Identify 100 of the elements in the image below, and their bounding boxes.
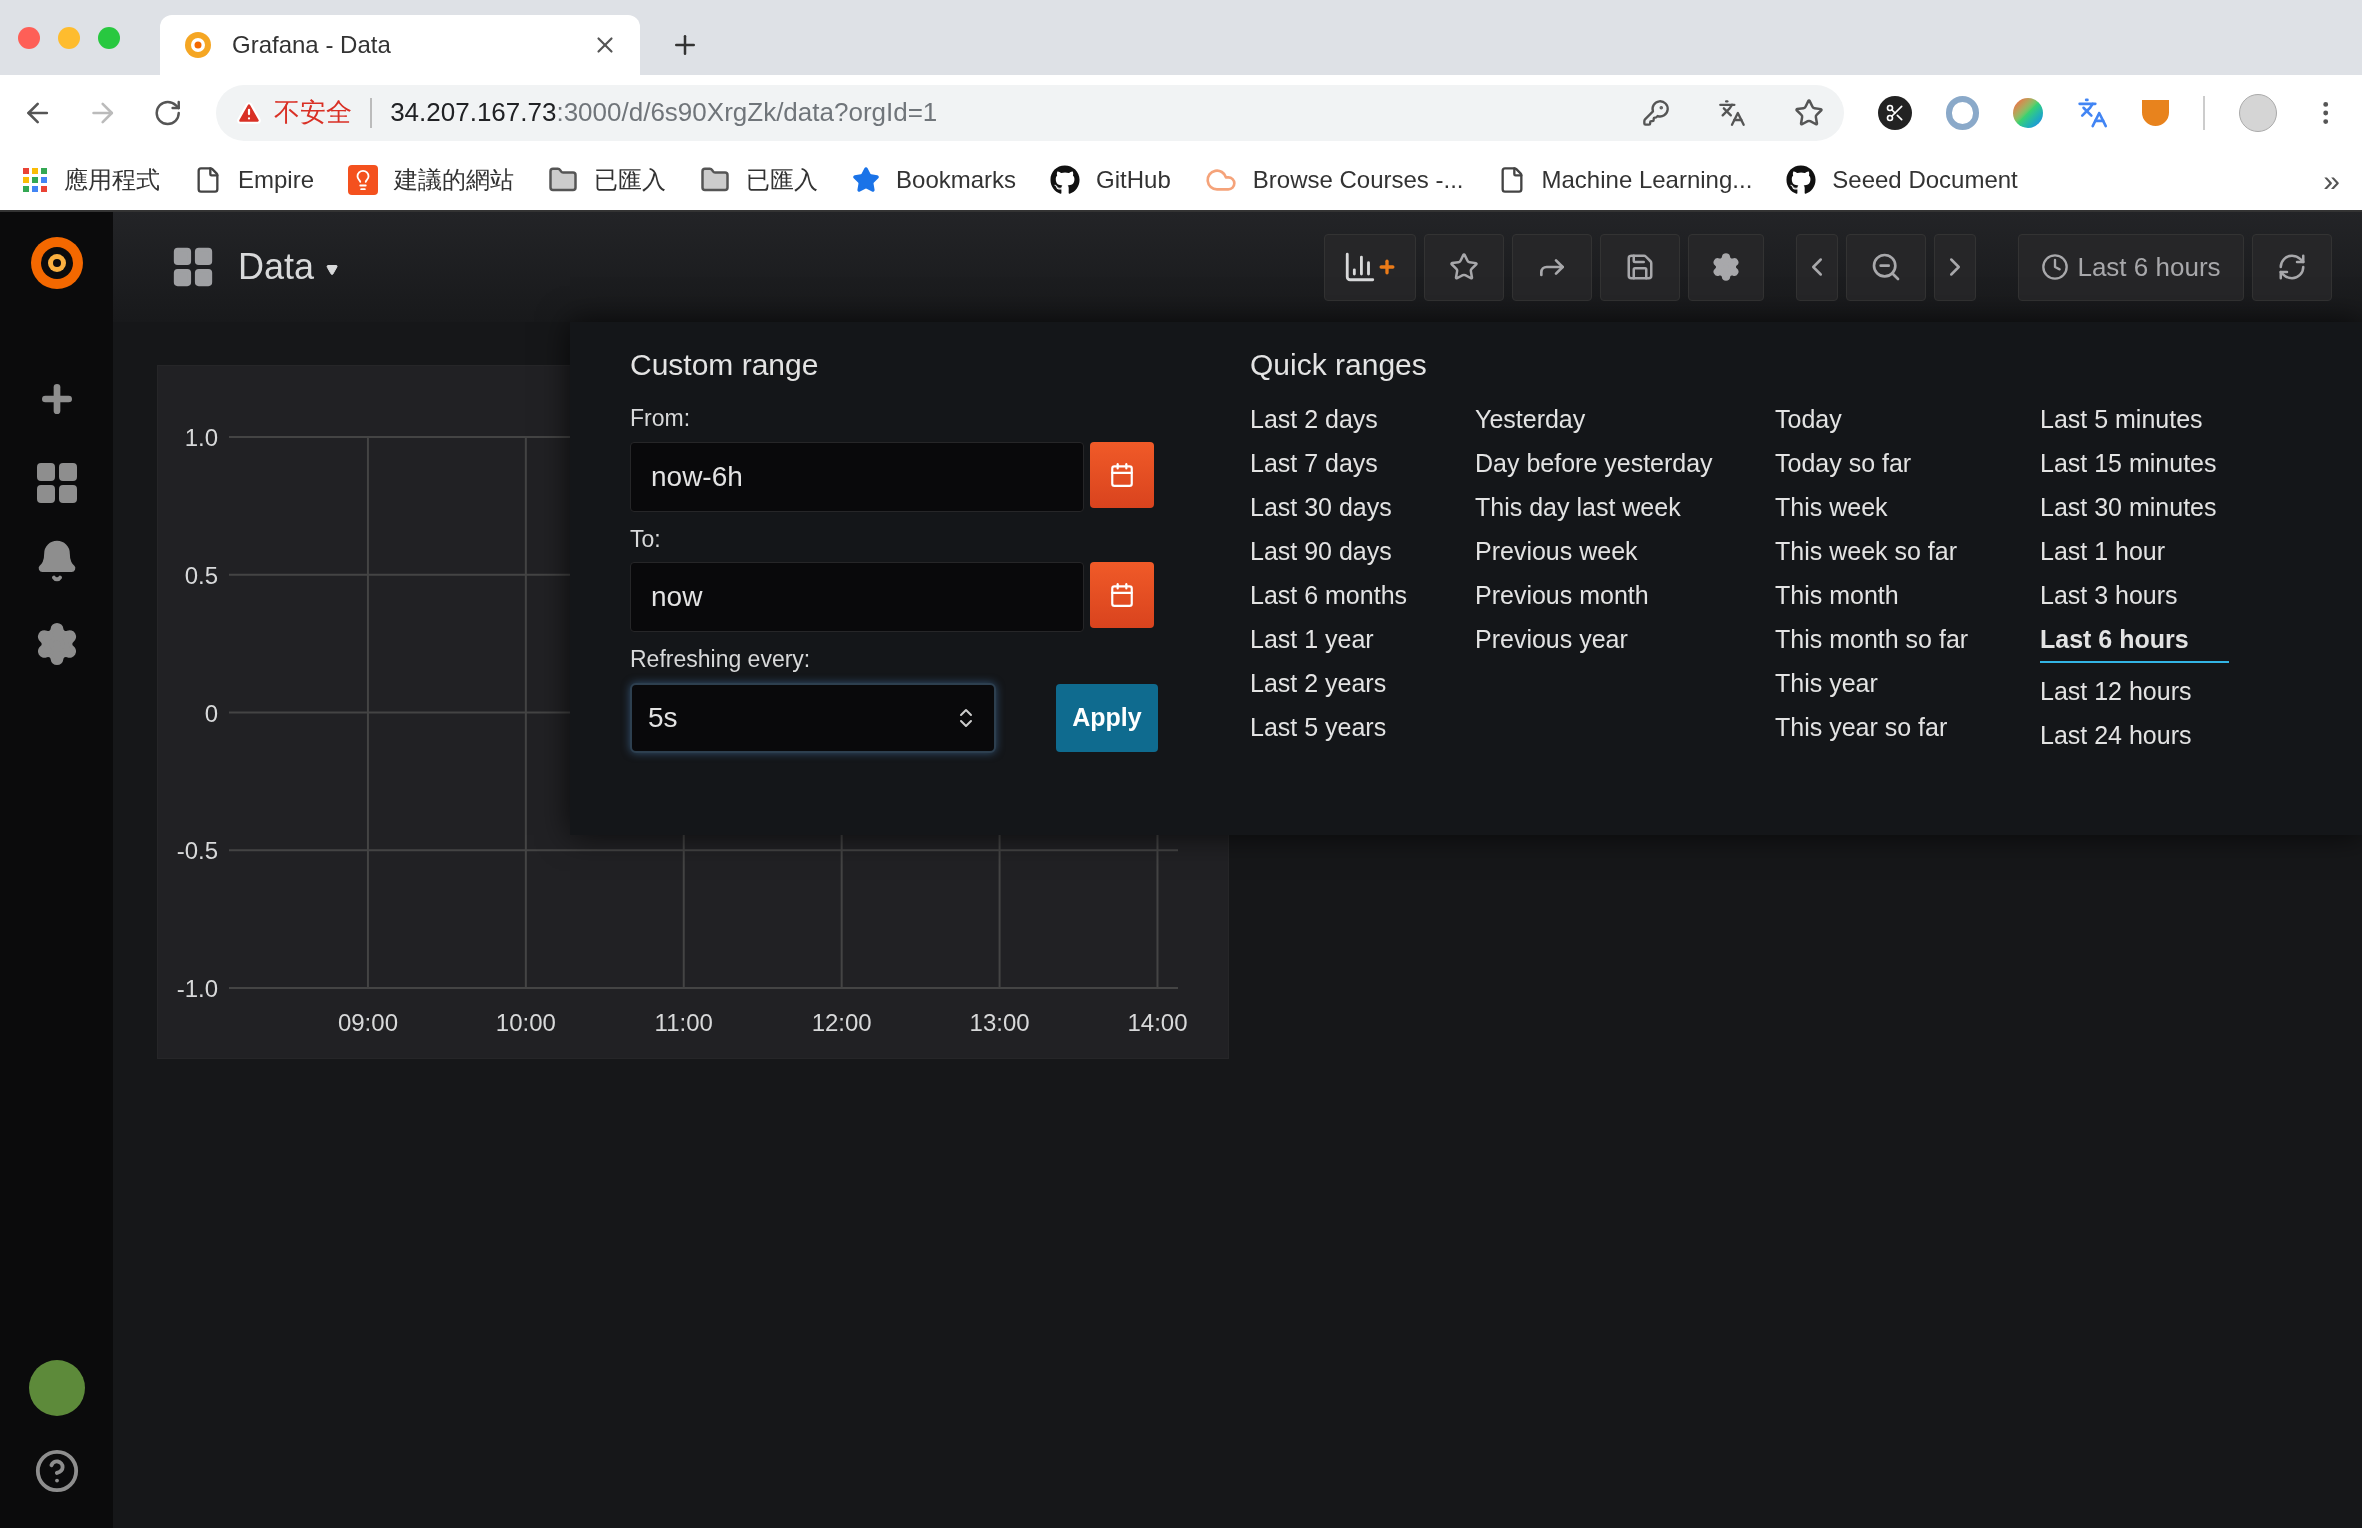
y-tick-label: 1.0 — [184, 424, 218, 451]
quick-range-link[interactable]: Last 7 days — [1250, 441, 1378, 485]
settings-icon — [1711, 252, 1741, 282]
quick-range-link[interactable]: Last 90 days — [1250, 529, 1392, 573]
quick-range-link[interactable]: Last 24 hours — [2040, 713, 2192, 757]
plus-icon — [1377, 257, 1397, 277]
address-bar[interactable]: 不安全 34.207.167.73:3000/d/6s90XrgZk/data?orgId=1 — [216, 84, 1845, 141]
key-icon[interactable] — [1642, 98, 1671, 127]
bookmark-link[interactable]: 應用程式 — [22, 162, 160, 198]
quick-range-link[interactable]: Last 5 years — [1250, 705, 1387, 749]
bookmark-link[interactable]: Empire — [194, 162, 315, 198]
save-button[interactable] — [1600, 233, 1680, 301]
x-tick-label: 11:00 — [654, 1009, 713, 1036]
share-button[interactable] — [1512, 233, 1592, 301]
clock-icon — [2041, 253, 2070, 281]
quick-range-link[interactable]: Previous month — [1475, 573, 1649, 617]
bookmark-link[interactable]: 已匯入 — [548, 162, 667, 198]
apply-button[interactable]: Apply — [1056, 683, 1158, 752]
quick-range-link[interactable]: This day last week — [1475, 485, 1681, 529]
to-calendar-button[interactable] — [1090, 562, 1154, 628]
x-tick-label: 12:00 — [811, 1009, 872, 1036]
help-icon[interactable] — [33, 1448, 80, 1494]
more-bookmarks[interactable]: » — [2323, 157, 2340, 203]
y-tick-label: 0 — [204, 699, 218, 727]
bookmark-link[interactable]: Machine Learning... — [1497, 162, 1753, 198]
quick-range-link[interactable]: This year so far — [1775, 705, 1948, 749]
quick-range-link[interactable]: Last 2 years — [1250, 661, 1387, 705]
github-icon — [1050, 165, 1081, 195]
quick-range-link[interactable]: Today — [1775, 397, 1842, 441]
time-range-button[interactable]: Last 6 hours — [2018, 233, 2244, 301]
quick-range-link[interactable]: This week — [1775, 485, 1888, 529]
from-label: From: — [630, 404, 692, 433]
quick-range-link[interactable]: This week so far — [1775, 529, 1957, 573]
caret-icon — [326, 264, 339, 276]
quick-range-link[interactable]: Previous week — [1475, 529, 1638, 573]
quick-range-link[interactable]: Day before yesterday — [1475, 441, 1713, 485]
quick-range-link[interactable]: Last 5 minutes — [2040, 397, 2203, 441]
star-icon[interactable] — [1794, 97, 1825, 128]
dashboard-title[interactable]: Data — [238, 240, 339, 294]
y-tick-label: 0.5 — [184, 561, 218, 589]
translate-extension-icon[interactable] — [2076, 96, 2108, 129]
calendar-icon — [1109, 461, 1135, 488]
lightbulb-icon — [348, 165, 379, 195]
quick-range-link[interactable]: Last 15 minutes — [2040, 441, 2217, 485]
quick-range-link[interactable]: Last 30 days — [1250, 485, 1392, 529]
calendar-icon — [1109, 582, 1135, 608]
browser-tab[interactable]: Grafana - Data — [160, 15, 640, 75]
quick-range-link[interactable]: This month — [1775, 573, 1899, 617]
bookmark-link[interactable]: Browse Courses -... — [1204, 162, 1464, 198]
refresh-icon — [2277, 252, 2307, 282]
from-calendar-button[interactable] — [1090, 441, 1154, 508]
swirl-logo-icon — [182, 29, 214, 61]
next-button[interactable] — [1934, 233, 1976, 301]
security-warning: 不安全 — [274, 96, 353, 129]
from-input[interactable]: now-6h — [630, 441, 1084, 512]
quick-ranges-heading: Quick ranges — [1250, 347, 1428, 383]
quick-range-link[interactable]: Last 12 hours — [2040, 669, 2192, 713]
apps-grid-icon — [22, 167, 48, 193]
zoom-out-icon — [1870, 251, 1902, 283]
settings-button[interactable] — [1688, 233, 1764, 301]
previous-button[interactable] — [1796, 233, 1838, 301]
bookmark-link[interactable]: GitHub — [1050, 162, 1171, 198]
x-tick-label: 09:00 — [337, 1009, 398, 1036]
quick-range-link[interactable]: Yesterday — [1475, 397, 1586, 441]
y-tick-label: -0.5 — [176, 837, 218, 865]
bookmark-link[interactable]: 已匯入 — [700, 162, 819, 198]
quick-range-link[interactable]: Last 3 hours — [2040, 573, 2178, 617]
custom-range-heading: Custom range — [630, 347, 820, 383]
x-tick-label: 13:00 — [969, 1009, 1030, 1036]
quick-range-link[interactable]: Last 1 hour — [2040, 529, 2166, 573]
github-icon — [1786, 165, 1817, 195]
quick-range-link[interactable]: Last 6 hours — [2040, 617, 2229, 663]
zoom-out-button[interactable] — [1846, 233, 1926, 301]
y-tick-label: -1.0 — [176, 975, 218, 1002]
refresh-select[interactable]: 5s — [630, 682, 996, 753]
bookmark-link[interactable]: 建議的網站 — [348, 162, 515, 198]
to-input[interactable]: now — [630, 562, 1084, 632]
x-tick-label: 10:00 — [495, 1009, 556, 1036]
quick-range-link[interactable]: Previous year — [1475, 617, 1628, 661]
tab-title: Grafana - Data — [232, 30, 392, 60]
quick-range-link[interactable]: Last 30 minutes — [2040, 485, 2217, 529]
scissors-extension-icon[interactable] — [1878, 95, 1912, 130]
quick-range-link[interactable]: Last 1 year — [1250, 617, 1374, 661]
translate-icon[interactable] — [1718, 98, 1747, 127]
warning-icon — [236, 99, 263, 126]
quick-range-link[interactable]: Last 2 days — [1250, 397, 1378, 441]
bookmark-link[interactable]: Seeed Document — [1786, 162, 2018, 198]
to-label: To: — [630, 524, 662, 554]
quick-range-link[interactable]: This month so far — [1775, 617, 1969, 661]
add-panel-button[interactable] — [1324, 233, 1416, 301]
star-icon — [852, 166, 881, 194]
quick-range-link[interactable]: This year — [1775, 661, 1878, 705]
quick-range-link[interactable]: Today so far — [1775, 441, 1912, 485]
star-button[interactable] — [1424, 233, 1504, 301]
refresh-label: Refreshing every: — [630, 645, 812, 674]
url-text: 34.207.167.73:3000/d/6s90XrgZk/data?orgId=1 — [390, 96, 938, 129]
bookmark-link[interactable]: Bookmarks — [852, 162, 1017, 198]
bar-chart-icon — [1343, 250, 1377, 284]
refresh-button[interactable] — [2252, 233, 2332, 301]
quick-range-link[interactable]: Last 6 months — [1250, 573, 1408, 617]
